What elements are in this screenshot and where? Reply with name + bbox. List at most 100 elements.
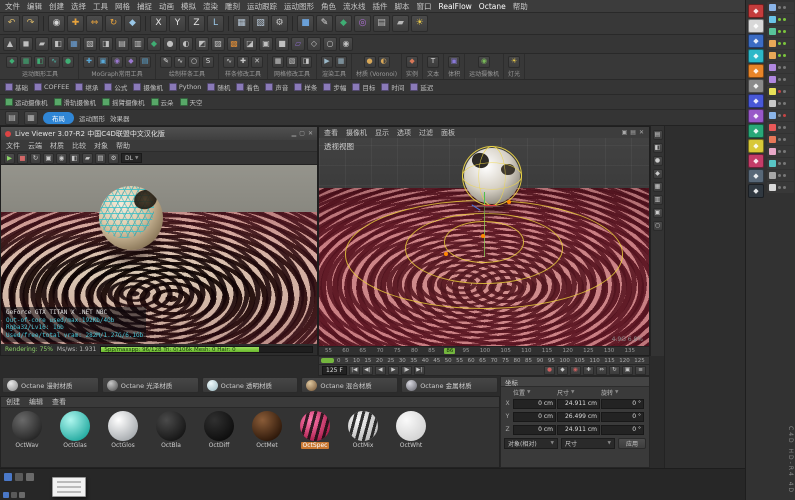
create-material-button[interactable]: Octane 光泽材质	[102, 377, 199, 393]
effector-步幅[interactable]: 步幅	[323, 82, 346, 92]
render-visibility-dot[interactable]	[783, 6, 786, 9]
lv-menu-材质[interactable]: 材质	[50, 141, 64, 151]
material-thumbnail[interactable]	[108, 411, 138, 441]
menu-插件[interactable]: 插件	[373, 1, 388, 12]
tool-icon[interactable]: ▩	[227, 37, 241, 51]
vp-menu-选项[interactable]: 选项	[397, 128, 411, 138]
visibility-dot[interactable]	[778, 66, 781, 69]
vp-menu-过滤[interactable]: 过滤	[419, 128, 433, 138]
tool-icon[interactable]: ◆	[147, 37, 161, 51]
undo-icon[interactable]: ↶	[3, 15, 20, 32]
apply-button[interactable]: 应用	[618, 438, 646, 449]
device-select[interactable]: DL▼	[121, 153, 142, 163]
menu-模拟[interactable]: 模拟	[181, 1, 196, 12]
param-key-icon[interactable]: ▣	[622, 366, 633, 375]
tracer-icon[interactable]: ∿	[48, 56, 60, 68]
size-column-select[interactable]: 尺寸▼	[557, 388, 601, 397]
film-icon[interactable]: ▰	[392, 15, 409, 32]
taskbar-icon[interactable]	[11, 492, 17, 498]
menu-创建[interactable]: 创建	[49, 1, 64, 12]
material-thumbnail[interactable]	[60, 411, 90, 441]
restore-icon[interactable]: ▢	[299, 130, 305, 137]
autokey-icon[interactable]: ◉	[570, 366, 581, 375]
menu-动画[interactable]: 动画	[159, 1, 174, 12]
render-icon[interactable]: ▶	[321, 56, 333, 68]
object-tree-row[interactable]	[767, 62, 794, 73]
menu-运动图形[interactable]: 运动图形	[284, 1, 314, 12]
view-tool-icon[interactable]: ●	[653, 156, 663, 166]
volume-icon[interactable]: ▣	[448, 56, 460, 68]
tool-icon[interactable]: ▱	[291, 37, 305, 51]
size-x-field[interactable]: 24.911 cm	[557, 399, 600, 409]
view-tool-icon[interactable]: ◆	[653, 169, 663, 179]
menu-捕捉[interactable]: 捕捉	[137, 1, 152, 12]
scale-key-icon[interactable]: ⇔	[596, 366, 607, 375]
vp-menu-显示[interactable]: 显示	[375, 128, 389, 138]
display-mode-icon[interactable]: ▤	[373, 15, 390, 32]
motion-camera-icon[interactable]: ◉	[478, 56, 490, 68]
shelf-item-效果器[interactable]: 效果器	[110, 113, 130, 123]
rotation-key-icon[interactable]: ↻	[609, 366, 620, 375]
render-visibility-dot[interactable]	[783, 186, 786, 189]
light-icon[interactable]: ☀	[411, 15, 428, 32]
pen-icon[interactable]: ✎	[160, 56, 172, 68]
octane-environment-icon[interactable]: ◆	[748, 49, 764, 63]
material-item[interactable]: OctBla	[149, 411, 193, 449]
menu-选择[interactable]: 选择	[71, 1, 86, 12]
object-tree-row[interactable]	[767, 146, 794, 157]
film-icon[interactable]: ▤	[95, 153, 106, 164]
render-visibility-dot[interactable]	[783, 54, 786, 57]
octane-render-canvas[interactable]: GeForce GTX TITAN X .NET NBC Out-of-core…	[1, 165, 317, 344]
axis-y-button[interactable]: Y	[169, 15, 186, 32]
create-material-button[interactable]: Octane 混合材质	[301, 377, 398, 393]
coord-system-icon[interactable]: L	[207, 15, 224, 32]
shelf-item-运动图形[interactable]: 运动图形	[79, 113, 105, 123]
minimize-icon[interactable]: ▁	[292, 130, 297, 137]
pla-key-icon[interactable]: ≡	[635, 366, 646, 375]
render-visibility-dot[interactable]	[783, 150, 786, 153]
tool-icon[interactable]: ◐	[179, 37, 193, 51]
mograph-tool-icon[interactable]: ◉	[111, 56, 123, 68]
region-icon[interactable]: ◧	[69, 153, 80, 164]
viewport-sphere[interactable]	[464, 148, 520, 204]
material-thumbnail[interactable]	[204, 411, 234, 441]
handle-dot[interactable]	[481, 234, 485, 238]
menu-编辑[interactable]: 编辑	[27, 1, 42, 12]
pick-icon[interactable]: ◉	[56, 153, 67, 164]
camera-icon[interactable]: ▰	[82, 153, 93, 164]
object-tree-row[interactable]	[767, 50, 794, 61]
visibility-dot[interactable]	[778, 126, 781, 129]
position-column-select[interactable]: 位置▼	[513, 388, 557, 397]
tool-icon[interactable]: ◪	[243, 37, 257, 51]
effector-随机[interactable]: 随机	[207, 82, 230, 92]
render-visibility-dot[interactable]	[783, 162, 786, 165]
mesh-split-icon[interactable]: ◨	[300, 56, 312, 68]
camera-tool-天空[interactable]: 天空	[180, 97, 203, 107]
render-visibility-dot[interactable]	[783, 66, 786, 69]
taskbar-icon[interactable]	[4, 473, 12, 481]
position-key-icon[interactable]: ✚	[583, 366, 594, 375]
material-thumbnail[interactable]	[396, 411, 426, 441]
text-icon[interactable]: T	[427, 56, 439, 68]
coord-size-select[interactable]: 尺寸▼	[561, 438, 615, 449]
menu-工具[interactable]: 工具	[93, 1, 108, 12]
panel-icon[interactable]: ▤	[630, 129, 636, 136]
render-visibility-dot[interactable]	[783, 42, 786, 45]
render-visibility-dot[interactable]	[783, 174, 786, 177]
octane-render-icon[interactable]: ◆	[748, 19, 764, 33]
rotation-h-field[interactable]: 0 °	[601, 399, 644, 409]
fracture-icon[interactable]: ◧	[34, 56, 46, 68]
octane-diffuse-icon[interactable]: ◆	[748, 94, 764, 108]
mesh-icon[interactable]: ▦	[272, 56, 284, 68]
view-tool-icon[interactable]: ◧	[653, 143, 663, 153]
create-material-button[interactable]: Octane 漫射材质	[2, 377, 99, 393]
frame-field[interactable]: 125 F	[322, 366, 347, 375]
lv-menu-帮助[interactable]: 帮助	[116, 141, 130, 151]
view-tool-icon[interactable]: ▥	[653, 195, 663, 205]
effector-目标[interactable]: 目标	[352, 82, 375, 92]
visibility-dot[interactable]	[778, 162, 781, 165]
circle-spline-icon[interactable]: ○	[188, 56, 200, 68]
object-tree-row[interactable]	[767, 38, 794, 49]
taskbar-icon[interactable]	[15, 473, 23, 481]
add-spline-icon[interactable]: ✎	[316, 15, 333, 32]
